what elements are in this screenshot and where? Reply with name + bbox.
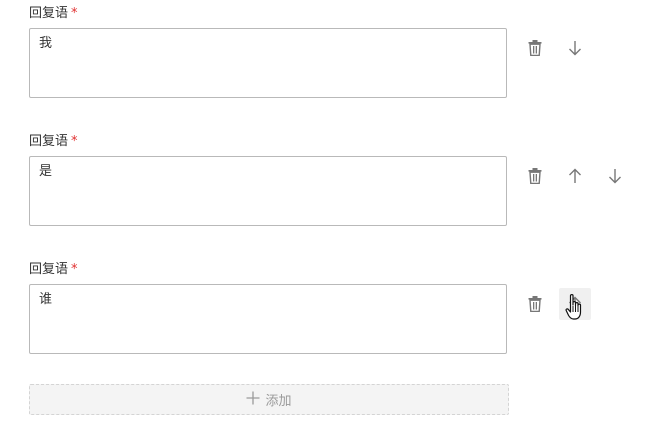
reply-label-text: 回复语	[29, 6, 69, 21]
add-reply-button[interactable]: 添加	[29, 384, 509, 415]
move-up-button[interactable]	[559, 160, 591, 192]
reply-textarea[interactable]: 是	[29, 156, 507, 226]
arrow-down-icon	[608, 168, 622, 184]
reply-label: 回复语 *	[29, 6, 78, 22]
reply-item: 回复语 * 谁	[29, 262, 629, 362]
required-mark: *	[71, 6, 78, 21]
reply-item: 回复语 * 我	[29, 6, 629, 106]
reply-textarea[interactable]: 我	[29, 28, 507, 98]
delete-button[interactable]	[519, 160, 551, 192]
reply-textarea[interactable]: 谁	[29, 284, 507, 354]
move-down-button[interactable]	[599, 160, 631, 192]
reply-label: 回复语 *	[29, 262, 78, 278]
required-mark: *	[71, 134, 78, 149]
trash-icon	[528, 296, 542, 312]
trash-icon	[528, 40, 542, 56]
arrow-down-icon	[568, 40, 582, 56]
arrow-up-icon	[568, 296, 582, 312]
reply-item: 回复语 * 是	[29, 134, 629, 234]
delete-button[interactable]	[519, 32, 551, 64]
required-mark: *	[71, 262, 78, 277]
reply-label: 回复语 *	[29, 134, 78, 150]
move-down-button[interactable]	[559, 32, 591, 64]
arrow-up-icon	[568, 168, 582, 184]
reply-label-text: 回复语	[29, 262, 69, 277]
trash-icon	[528, 168, 542, 184]
reply-label-text: 回复语	[29, 134, 69, 149]
plus-icon	[246, 391, 260, 409]
add-button-label: 添加	[265, 394, 292, 409]
move-up-button[interactable]	[559, 288, 591, 320]
reply-editor: 回复语 * 我 回复语 * 是 回复语 * 谁 添加	[0, 0, 649, 433]
delete-button[interactable]	[519, 288, 551, 320]
